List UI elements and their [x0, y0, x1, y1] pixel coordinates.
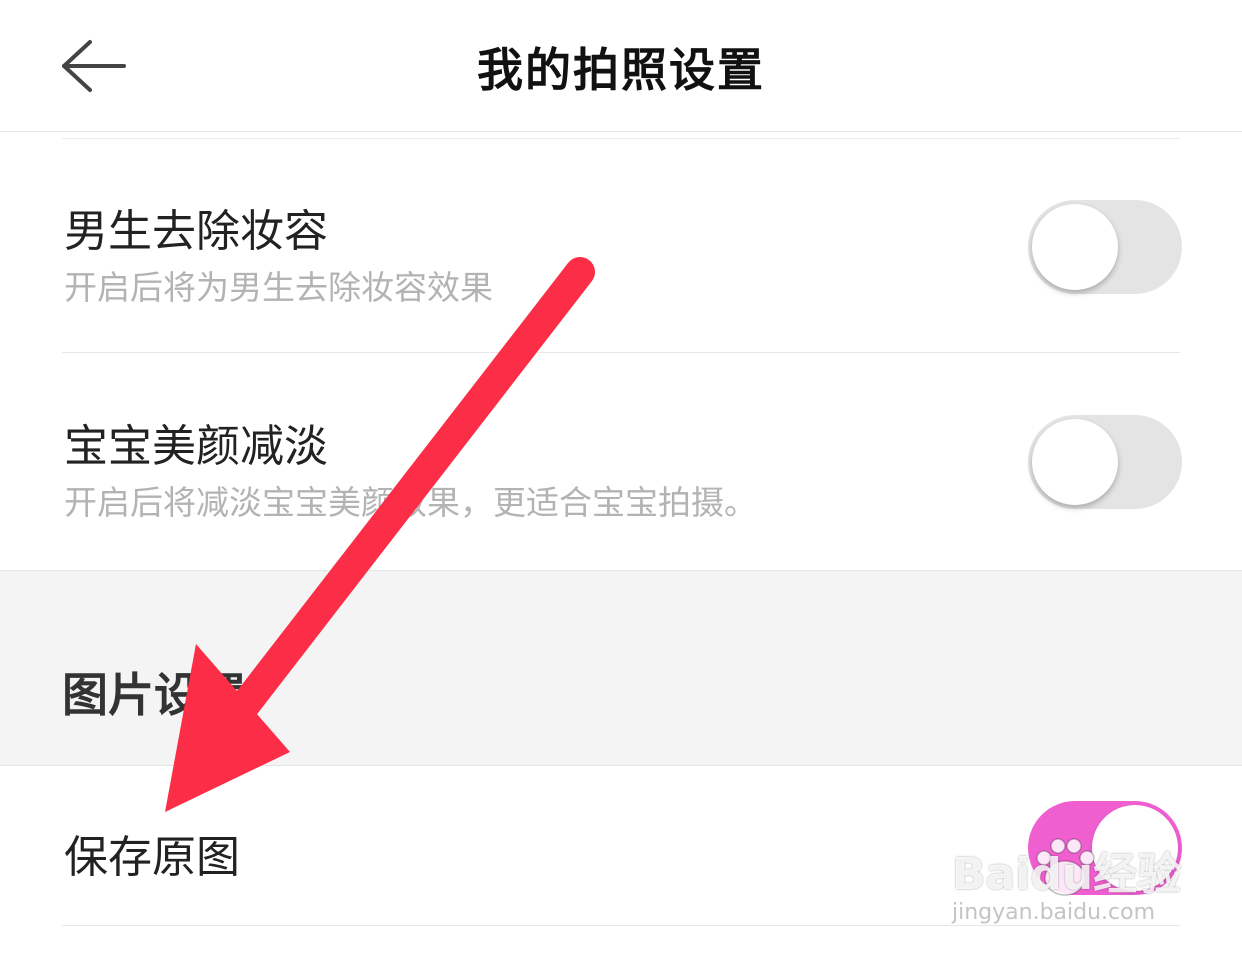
toggle-knob [1032, 204, 1118, 290]
section-header: 图片设置 [0, 570, 1242, 766]
setting-title: 宝宝美颜减淡 [64, 421, 328, 472]
setting-description: 开启后将减淡宝宝美颜效果，更适合宝宝拍摄。 [64, 483, 757, 522]
setting-title: 男生去除妆容 [64, 206, 328, 257]
section-title: 图片设置 [62, 668, 246, 722]
baby-beauty-reduce-toggle[interactable] [1028, 415, 1182, 509]
male-remove-makeup-toggle[interactable] [1028, 200, 1182, 294]
save-original-toggle[interactable] [1028, 801, 1182, 895]
settings-page: 我的拍照设置 男生去除妆容 开启后将为男生去除妆容效果 宝宝美颜减淡 开启后将减… [0, 0, 1242, 960]
toggle-knob [1032, 419, 1118, 505]
setting-row-save-original: 保存原图 [0, 767, 1242, 927]
setting-row-baby-beauty-reduce: 宝宝美颜减淡 开启后将减淡宝宝美颜效果，更适合宝宝拍摄。 [0, 354, 1242, 570]
setting-description: 开启后将为男生去除妆容效果 [64, 268, 493, 307]
setting-row-male-remove-makeup: 男生去除妆容 开启后将为男生去除妆容效果 [0, 139, 1242, 354]
header-bar: 我的拍照设置 [0, 0, 1242, 132]
divider [62, 352, 1180, 353]
toggle-knob [1092, 805, 1178, 891]
divider [62, 925, 1180, 926]
page-title: 我的拍照设置 [477, 43, 765, 97]
setting-title: 保存原图 [64, 832, 240, 883]
